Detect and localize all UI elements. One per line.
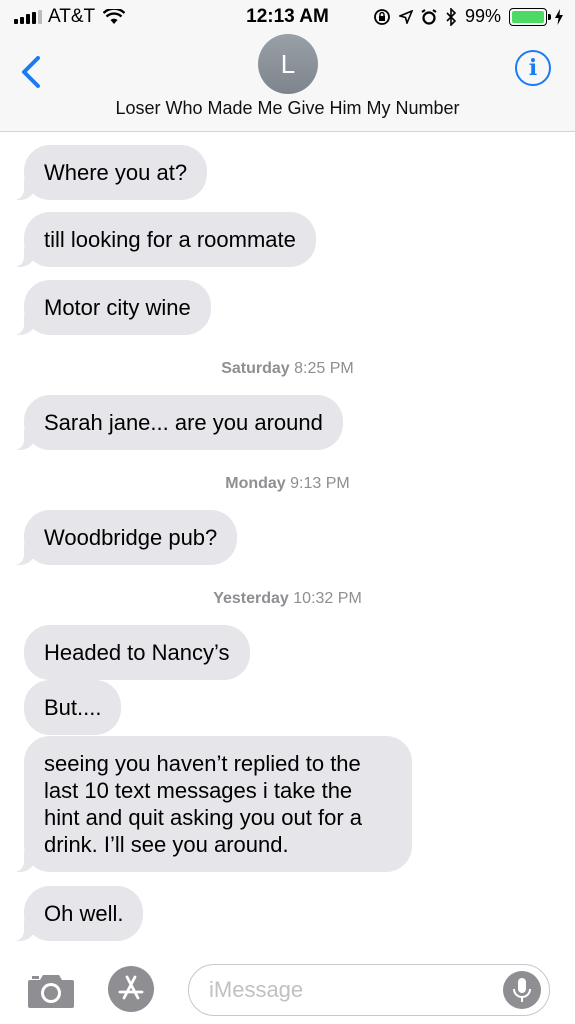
timestamp-day: Monday	[225, 475, 286, 492]
camera-icon	[28, 975, 74, 1008]
timestamp: Yesterday 10:32 PM	[0, 590, 575, 608]
bluetooth-icon	[446, 7, 457, 26]
app-store-button[interactable]	[108, 966, 154, 1012]
camera-button[interactable]	[26, 972, 76, 1010]
contact-avatar[interactable]: L	[258, 34, 318, 94]
message-input-placeholder: iMessage	[209, 977, 304, 1002]
message-bubble[interactable]: seeing you haven’t replied to the last 1…	[12, 736, 412, 872]
message-bubble[interactable]: till looking for a roommate	[12, 212, 316, 267]
battery-percent: 99%	[464, 6, 501, 26]
charging-icon	[555, 8, 563, 25]
message-bubble[interactable]: Motor city wine	[12, 280, 211, 335]
info-icon: i	[528, 55, 538, 81]
timestamp-time: 9:13 PM	[290, 475, 350, 492]
timestamp-time: 10:32 PM	[293, 590, 362, 607]
timestamp-day: Saturday	[221, 360, 290, 377]
back-button[interactable]	[16, 52, 46, 92]
status-right: 99%	[373, 6, 563, 27]
timestamp: Monday 9:13 PM	[0, 475, 575, 493]
conversation-header: L Loser Who Made Me Give Him My Number i	[0, 34, 575, 132]
message-input[interactable]: iMessage	[188, 964, 550, 1016]
contact-name[interactable]: Loser Who Made Me Give Him My Number	[0, 98, 575, 119]
message-bubble[interactable]: Where you at?	[11, 145, 208, 200]
battery-fill	[512, 10, 544, 23]
timestamp-time: 8:25 PM	[294, 360, 354, 377]
chevron-left-icon	[22, 56, 40, 88]
alarm-icon	[421, 8, 437, 25]
timestamp: Saturday 8:25 PM	[0, 360, 575, 378]
location-icon	[398, 9, 413, 24]
status-bar: AT&T 12:13 AM 99%	[0, 0, 575, 34]
rotation-lock-icon	[374, 8, 390, 25]
timestamp-day: Yesterday	[213, 590, 289, 607]
message-bubble[interactable]: Sarah jane... are you around	[12, 395, 343, 450]
app-store-icon	[118, 975, 144, 1000]
microphone-button[interactable]	[503, 971, 541, 1009]
battery-icon	[509, 7, 551, 26]
compose-bar: iMessage	[0, 952, 575, 1024]
message-bubble[interactable]: Woodbridge pub?	[11, 510, 238, 565]
message-bubble[interactable]: Headed to Nancy’s	[24, 625, 250, 680]
info-button[interactable]: i	[515, 50, 551, 86]
message-bubble[interactable]: Oh well.	[11, 886, 144, 941]
avatar-initial: L	[280, 48, 296, 79]
message-bubble[interactable]: But....	[24, 680, 122, 735]
microphone-icon	[513, 978, 531, 1002]
